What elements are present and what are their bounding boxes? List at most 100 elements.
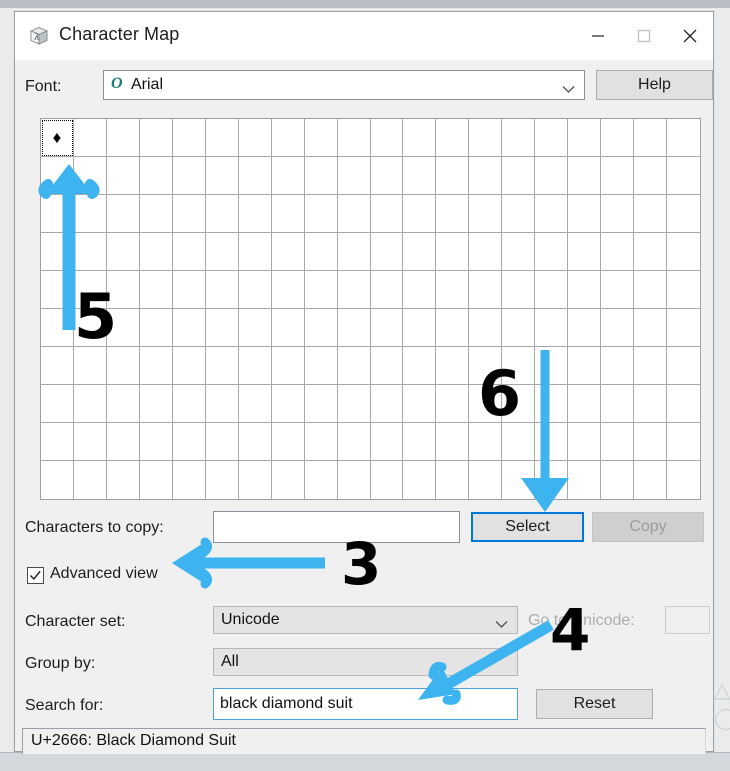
grid-cell[interactable] xyxy=(403,233,437,271)
grid-cell[interactable] xyxy=(370,233,404,271)
grid-cell[interactable] xyxy=(568,119,602,157)
reset-button[interactable]: Reset xyxy=(536,689,653,719)
grid-cell[interactable] xyxy=(205,119,239,157)
grid-cell[interactable] xyxy=(139,157,173,195)
grid-cell[interactable] xyxy=(73,157,107,195)
grid-cell[interactable] xyxy=(337,461,371,499)
grid-cell[interactable] xyxy=(238,271,272,309)
grid-cell[interactable] xyxy=(601,309,635,347)
grid-cell[interactable] xyxy=(205,385,239,423)
grid-cell[interactable] xyxy=(502,385,536,423)
grid-cell[interactable] xyxy=(568,157,602,195)
grid-cell[interactable] xyxy=(436,271,470,309)
grid-cell[interactable] xyxy=(634,347,668,385)
grid-cell[interactable] xyxy=(502,309,536,347)
grid-cell[interactable] xyxy=(304,347,338,385)
grid-cell[interactable] xyxy=(139,195,173,233)
grid-cell[interactable] xyxy=(601,271,635,309)
grid-cell[interactable] xyxy=(337,309,371,347)
select-button[interactable]: Select xyxy=(471,512,584,542)
grid-cell[interactable] xyxy=(106,233,140,271)
grid-cell[interactable] xyxy=(139,309,173,347)
grid-cell[interactable] xyxy=(436,233,470,271)
grid-cell[interactable] xyxy=(436,461,470,499)
grid-cell[interactable] xyxy=(304,157,338,195)
grid-cell[interactable] xyxy=(73,461,107,499)
grid-cell[interactable] xyxy=(106,195,140,233)
grid-cell[interactable] xyxy=(139,271,173,309)
grid-cell[interactable] xyxy=(469,233,503,271)
grid-cell[interactable] xyxy=(568,423,602,461)
grid-cell[interactable] xyxy=(634,309,668,347)
grid-cell[interactable] xyxy=(436,347,470,385)
grid-cell[interactable] xyxy=(106,461,140,499)
grid-cell[interactable] xyxy=(667,271,700,309)
grid-cell[interactable] xyxy=(403,347,437,385)
grid-cell[interactable] xyxy=(370,385,404,423)
grid-cell[interactable] xyxy=(469,119,503,157)
grid-cell[interactable] xyxy=(41,195,74,233)
grid-cell[interactable] xyxy=(172,195,206,233)
grid-cell[interactable] xyxy=(73,423,107,461)
grid-cell[interactable] xyxy=(370,347,404,385)
maximize-icon[interactable] xyxy=(621,12,667,59)
grid-cell[interactable] xyxy=(403,157,437,195)
grid-cell[interactable] xyxy=(139,347,173,385)
minimize-icon[interactable] xyxy=(575,12,621,59)
grid-cell[interactable] xyxy=(172,233,206,271)
grid-cell[interactable] xyxy=(172,119,206,157)
grid-cell[interactable] xyxy=(370,461,404,499)
grid-cell[interactable] xyxy=(667,157,700,195)
grid-cell[interactable] xyxy=(41,423,74,461)
grid-cell[interactable] xyxy=(469,385,503,423)
grid-cell[interactable] xyxy=(634,233,668,271)
grid-cell[interactable] xyxy=(535,157,569,195)
grid-cell[interactable] xyxy=(667,233,700,271)
grid-cell[interactable] xyxy=(568,385,602,423)
grid-cell[interactable] xyxy=(106,157,140,195)
grid-cell[interactable] xyxy=(172,385,206,423)
grid-cell[interactable] xyxy=(337,195,371,233)
grid-cell[interactable] xyxy=(106,385,140,423)
grid-cell[interactable] xyxy=(667,309,700,347)
grid-cell[interactable] xyxy=(403,461,437,499)
grid-cell[interactable] xyxy=(205,233,239,271)
grid-cell[interactable] xyxy=(337,119,371,157)
grid-cell[interactable] xyxy=(403,119,437,157)
grid-cell[interactable] xyxy=(271,461,305,499)
grid-cell[interactable] xyxy=(73,347,107,385)
characters-to-copy-input[interactable] xyxy=(213,511,460,543)
grid-cell[interactable] xyxy=(601,461,635,499)
grid-cell[interactable] xyxy=(106,423,140,461)
grid-cell[interactable] xyxy=(271,347,305,385)
grid-cell[interactable] xyxy=(304,119,338,157)
grid-cell[interactable] xyxy=(502,271,536,309)
title-bar[interactable]: λ Character Map xyxy=(15,12,713,61)
grid-cell[interactable] xyxy=(535,347,569,385)
grid-cell[interactable] xyxy=(271,157,305,195)
grid-cell[interactable] xyxy=(436,157,470,195)
help-button[interactable]: Help xyxy=(596,70,713,100)
grid-cell[interactable] xyxy=(106,309,140,347)
grid-cell[interactable] xyxy=(238,157,272,195)
grid-cell[interactable] xyxy=(601,157,635,195)
grid-cell[interactable] xyxy=(535,119,569,157)
grid-cell[interactable] xyxy=(238,385,272,423)
grid-cell[interactable] xyxy=(172,461,206,499)
grid-cell[interactable] xyxy=(238,195,272,233)
grid-cell[interactable] xyxy=(535,195,569,233)
grid-cell[interactable] xyxy=(667,119,700,157)
grid-cell[interactable] xyxy=(568,347,602,385)
grid-cell[interactable] xyxy=(337,347,371,385)
grid-cell-selected[interactable]: ♦ xyxy=(41,119,74,157)
grid-cell[interactable] xyxy=(370,157,404,195)
grid-cell[interactable] xyxy=(535,271,569,309)
grid-cell[interactable] xyxy=(304,461,338,499)
grid-cell[interactable] xyxy=(502,423,536,461)
grid-cell[interactable] xyxy=(271,423,305,461)
grid-cell[interactable] xyxy=(205,309,239,347)
grid-cell[interactable] xyxy=(41,461,74,499)
grid-cell[interactable] xyxy=(304,309,338,347)
grid-cell[interactable] xyxy=(73,119,107,157)
grid-cell[interactable] xyxy=(139,385,173,423)
